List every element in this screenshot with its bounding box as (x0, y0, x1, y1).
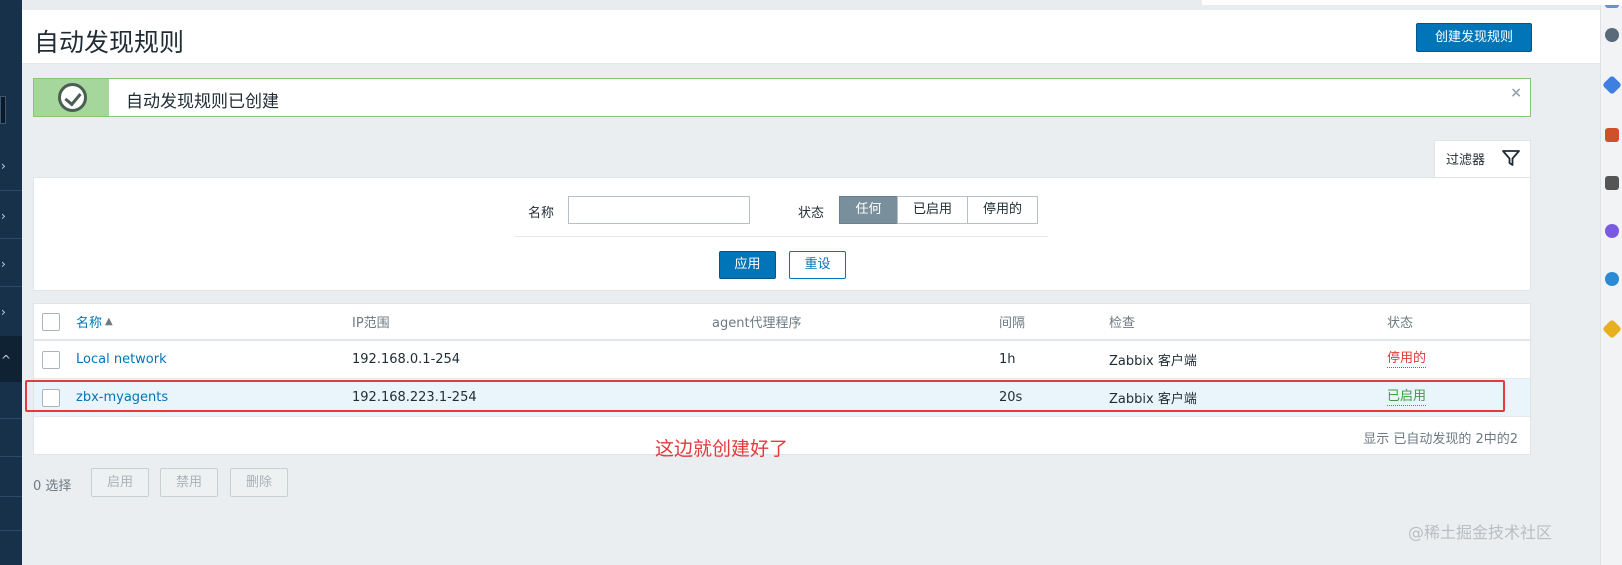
nav-chevron-icon[interactable]: › (1, 258, 6, 270)
sort-ascending-icon: ▲ (105, 316, 113, 327)
table-header: 名称 ▲ IP范围 agent代理程序 间隔 检查 状态 (34, 304, 1530, 341)
column-name-label[interactable]: 名称 (76, 312, 102, 331)
row-checkbox[interactable] (42, 350, 60, 369)
browser-tab[interactable] (1202, 0, 1622, 5)
discovery-rules-table: 名称 ▲ IP范围 agent代理程序 间隔 检查 状态 Local netwo… (33, 303, 1531, 455)
column-status-header: 状态 (1387, 316, 1414, 331)
filter-icon (1502, 150, 1520, 166)
status-toggle-disabled[interactable]: 停用的 (1387, 351, 1427, 368)
success-message: 自动发现规则已创建 × (33, 78, 1531, 117)
extension-icon[interactable] (1605, 176, 1619, 190)
side-navigation: › › › › ^ (0, 0, 22, 565)
selected-count: 0 选择 (33, 479, 72, 494)
select-all-checkbox[interactable] (42, 312, 60, 331)
extension-icon[interactable] (1605, 224, 1619, 238)
extension-icon[interactable] (1602, 75, 1622, 95)
nav-expand-icon[interactable]: ^ (1, 354, 11, 366)
extension-icon[interactable] (1605, 128, 1619, 142)
check-circle-icon (58, 83, 87, 112)
watermark: @稀土掘金技术社区 (1408, 523, 1553, 542)
success-indicator (34, 79, 109, 116)
filter-status-label: 状态 (798, 206, 825, 221)
page-header: 自动发现规则 创建发现规则 (22, 10, 1600, 64)
success-message-text: 自动发现规则已创建 (126, 92, 279, 112)
filter-panel: 名称 状态 任何 已启用 停用的 应用 重设 (33, 177, 1531, 291)
table-row: Local network 192.168.0.1-254 1h Zabbix … (34, 341, 1530, 379)
status-option-disabled[interactable]: 停用的 (967, 196, 1038, 224)
reset-button[interactable]: 重设 (789, 251, 846, 279)
status-option-any[interactable]: 任何 (839, 196, 898, 224)
nav-chevron-icon[interactable]: › (1, 306, 6, 318)
table-summary: 显示 已自动发现的 2中的2 (1363, 432, 1518, 447)
enable-button[interactable]: 启用 (91, 468, 149, 497)
nav-chevron-icon[interactable]: › (1, 210, 6, 222)
filter-name-input[interactable] (568, 196, 750, 224)
page-title: 自动发现规则 (34, 28, 185, 57)
filter-name-label: 名称 (528, 206, 555, 221)
nav-divider (0, 238, 22, 239)
extension-icon[interactable] (1602, 319, 1622, 339)
browser-top-strip (22, 0, 1622, 10)
filter-tab[interactable]: 过滤器 (1434, 140, 1531, 177)
nav-divider (0, 190, 22, 191)
extension-icon[interactable] (1605, 272, 1619, 286)
interval-cell: 1h (999, 352, 1016, 367)
column-ip-range-header: IP范围 (352, 316, 390, 331)
row-select-cell (34, 341, 74, 378)
delete-button[interactable]: 删除 (230, 468, 288, 497)
checks-cell: Zabbix 客户端 (1109, 354, 1197, 369)
nav-chevron-icon[interactable]: › (1, 160, 6, 172)
rule-name-link[interactable]: Local network (76, 341, 167, 378)
nav-divider (0, 418, 22, 419)
select-all-cell (34, 304, 74, 339)
create-discovery-rule-button[interactable]: 创建发现规则 (1416, 23, 1532, 52)
apply-button[interactable]: 应用 (719, 251, 776, 279)
nav-divider (0, 456, 22, 457)
nav-search-box[interactable] (0, 96, 6, 124)
column-interval-header: 间隔 (999, 316, 1026, 331)
search-icon[interactable] (1605, 28, 1619, 42)
nav-divider (0, 286, 22, 287)
nav-divider (0, 496, 22, 497)
browser-sidebar (1600, 0, 1622, 565)
disable-button[interactable]: 禁用 (160, 468, 218, 497)
filter-divider (514, 236, 1048, 237)
annotation-text: 这边就创建好了 (655, 438, 789, 460)
filter-tab-label: 过滤器 (1446, 153, 1486, 168)
close-icon[interactable]: × (1510, 85, 1522, 101)
column-checks-header: 检查 (1109, 316, 1136, 331)
nav-divider (0, 530, 22, 531)
column-name-header[interactable]: 名称 ▲ (76, 304, 113, 339)
ip-range-cell: 192.168.0.1-254 (352, 352, 461, 367)
status-cell: 停用的 (1387, 341, 1427, 378)
column-proxy-header: agent代理程序 (712, 316, 802, 331)
status-option-enabled[interactable]: 已启用 (897, 196, 968, 224)
annotation-highlight-box (25, 380, 1505, 412)
